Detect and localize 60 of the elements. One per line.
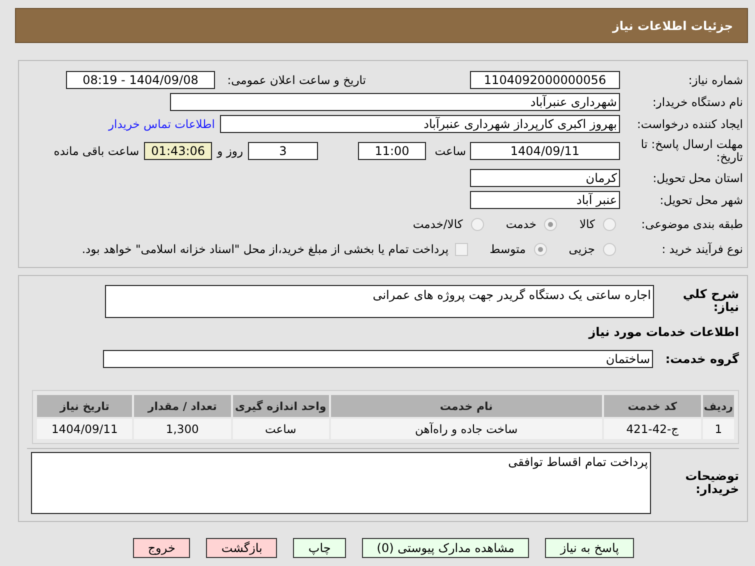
days-field: 3 <box>248 142 318 160</box>
field-label: ایجاد کننده درخواست: <box>636 118 743 130</box>
field-label: شماره نیاز: <box>687 74 743 86</box>
action-button[interactable]: پاسخ به نیاز <box>545 538 634 558</box>
buyer-org-field: شهرداری عنبرآباد <box>170 93 620 111</box>
radio-button[interactable] <box>534 242 547 256</box>
field-label: مهلت ارسال پاسخ: تا تاریخ: <box>640 138 743 164</box>
column-header: ردیف <box>702 395 734 417</box>
column-header: نام خدمت <box>330 395 602 417</box>
remaining-time-field: 01:43:06 <box>144 142 212 160</box>
table-cell: ساخت جاده و راه‌آهن <box>330 419 602 439</box>
radio-label: جزیی <box>568 242 595 256</box>
time-label: ساعت <box>434 144 466 158</box>
column-header: تعداد / مقدار <box>134 395 231 417</box>
column-header: واحد اندازه گیری <box>232 395 329 417</box>
city-field: عنبر آباد <box>470 191 620 209</box>
checkbox[interactable] <box>454 242 468 256</box>
radio-label: متوسط <box>490 242 526 256</box>
field-label: استان محل تحویل: <box>652 172 743 184</box>
table-cell: 1 <box>702 419 734 439</box>
radio-button[interactable] <box>603 218 616 230</box>
field-label: نوع فرآیند خرید : <box>660 242 743 256</box>
column-header: تاریخ نیاز <box>37 395 132 417</box>
field-label: شرح کلي نیاز: <box>682 288 739 314</box>
field-label: توضیحات خریدار: <box>684 470 739 496</box>
radio-label: کالا <box>579 217 595 231</box>
radio-label: کالا/خدمت <box>412 217 463 231</box>
requester-field: بهروز اکبری کارپرداز شهرداری عنبرآباد <box>220 115 620 133</box>
service-group-field: ساختمان <box>103 350 653 368</box>
buyer-contact-link[interactable]: اطلاعات تماس خریدار <box>108 117 215 131</box>
action-button[interactable]: خروج <box>132 538 190 558</box>
table-cell: 1404/09/11 <box>37 419 132 439</box>
section-heading: اطلاعات خدمات مورد نیاز <box>588 325 739 339</box>
action-button[interactable]: چاپ <box>293 538 346 558</box>
table-cell: 1,300 <box>134 419 231 439</box>
action-button[interactable]: مشاهده مدارک پیوستی (0) <box>362 538 530 558</box>
notes-textarea[interactable]: پرداخت تمام اقساط توافقی <box>31 452 651 514</box>
column-header: کد خدمت <box>604 395 701 417</box>
deadline-time-field: 11:00 <box>358 142 426 160</box>
radio-label: خدمت <box>506 217 536 231</box>
radio-button[interactable] <box>603 242 616 256</box>
field-label: تاریخ و ساعت اعلان عمومی: <box>226 74 366 86</box>
radio-button[interactable] <box>544 218 558 230</box>
field-label: نام دستگاه خریدار: <box>651 96 743 108</box>
province-field: کرمان <box>470 169 620 187</box>
field-label: گروه خدمت: <box>664 352 739 366</box>
remaining-label: ساعت باقی مانده <box>54 144 140 158</box>
days-label: روز و <box>217 144 243 158</box>
action-button[interactable]: بازگشت <box>206 538 278 558</box>
table-cell: ج-42-421 <box>604 419 701 439</box>
page-title: جزئیات اطلاعات نیاز <box>612 18 733 32</box>
table-cell: ساعت <box>232 419 329 439</box>
summary-textarea[interactable]: اجاره ساعتی یک دستگاه گریدر جهت پروژه های عمرانی <box>105 284 654 318</box>
field-label: شهر محل تحویل: <box>658 194 743 206</box>
radio-button[interactable] <box>470 218 484 230</box>
need-number-field: 1104092000000056 <box>470 71 620 89</box>
deadline-date-field: 1404/09/11 <box>470 142 620 160</box>
checkbox-label: پرداخت تمام یا بخشی از مبلغ خرید،از محل "اسناد خزانه اسلامی" خواهد بود. <box>82 242 449 256</box>
announce-date-field: 1404/09/08 - 08:19 <box>66 71 215 89</box>
field-label: طبقه بندی موضوعی: <box>640 218 743 230</box>
